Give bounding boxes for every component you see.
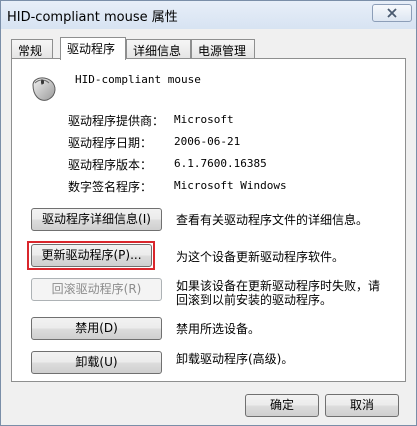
tab-label: 详细信息	[133, 44, 182, 58]
driver-details-button[interactable]: 驱动程序详细信息(I)	[31, 208, 162, 231]
digital-signer-value: Microsoft Windows	[174, 179, 287, 192]
update-driver-button[interactable]: 更新驱动程序(P)...	[31, 244, 152, 267]
driver-version-value: 6.1.7600.16385	[174, 157, 267, 170]
title-bar: HID-compliant mouse 属性	[1, 1, 416, 29]
tab-details[interactable]: 详细信息	[126, 39, 191, 59]
tab-label: 电源管理	[198, 44, 247, 58]
driver-provider-label: 驱动程序提供商：	[68, 114, 165, 128]
uninstall-button[interactable]: 卸载(U)	[31, 351, 162, 374]
rollback-driver-description-line2: 回滚到以前安装的驱动程序。	[176, 293, 333, 307]
uninstall-description: 卸载驱动程序(高级)。	[176, 352, 294, 366]
tab-label: 常规	[18, 44, 43, 58]
mouse-icon	[32, 77, 56, 101]
driver-details-description: 查看有关驱动程序文件的详细信息。	[176, 213, 369, 227]
tab-strip: 常规 驱动程序 详细信息 电源管理	[11, 37, 406, 60]
tab-general[interactable]: 常规	[11, 39, 53, 59]
cancel-button[interactable]: 取消	[325, 394, 399, 417]
disable-description: 禁用所选设备。	[176, 322, 261, 336]
properties-dialog: HID-compliant mouse 属性 常规 驱动程序 详细信息 电源管理	[0, 0, 417, 426]
update-driver-description: 为这个设备更新驱动程序软件。	[176, 250, 345, 264]
digital-signer-label: 数字签名程序：	[68, 180, 153, 194]
close-icon	[387, 8, 397, 18]
disable-button[interactable]: 禁用(D)	[31, 317, 162, 340]
ok-button[interactable]: 确定	[245, 394, 319, 417]
tab-label: 驱动程序	[67, 42, 116, 56]
close-button[interactable]	[372, 4, 412, 22]
device-name: HID-compliant mouse	[75, 73, 201, 86]
tab-power-management[interactable]: 电源管理	[191, 39, 255, 59]
rollback-driver-button[interactable]: 回滚驱动程序(R)	[31, 278, 162, 301]
driver-provider-value: Microsoft	[174, 113, 234, 126]
driver-version-label: 驱动程序版本：	[68, 158, 153, 172]
driver-date-value: 2006-06-21	[174, 135, 241, 148]
driver-date-label: 驱动程序日期：	[68, 136, 153, 150]
tab-driver[interactable]: 驱动程序	[60, 37, 126, 60]
window-title: HID-compliant mouse 属性	[7, 10, 178, 25]
